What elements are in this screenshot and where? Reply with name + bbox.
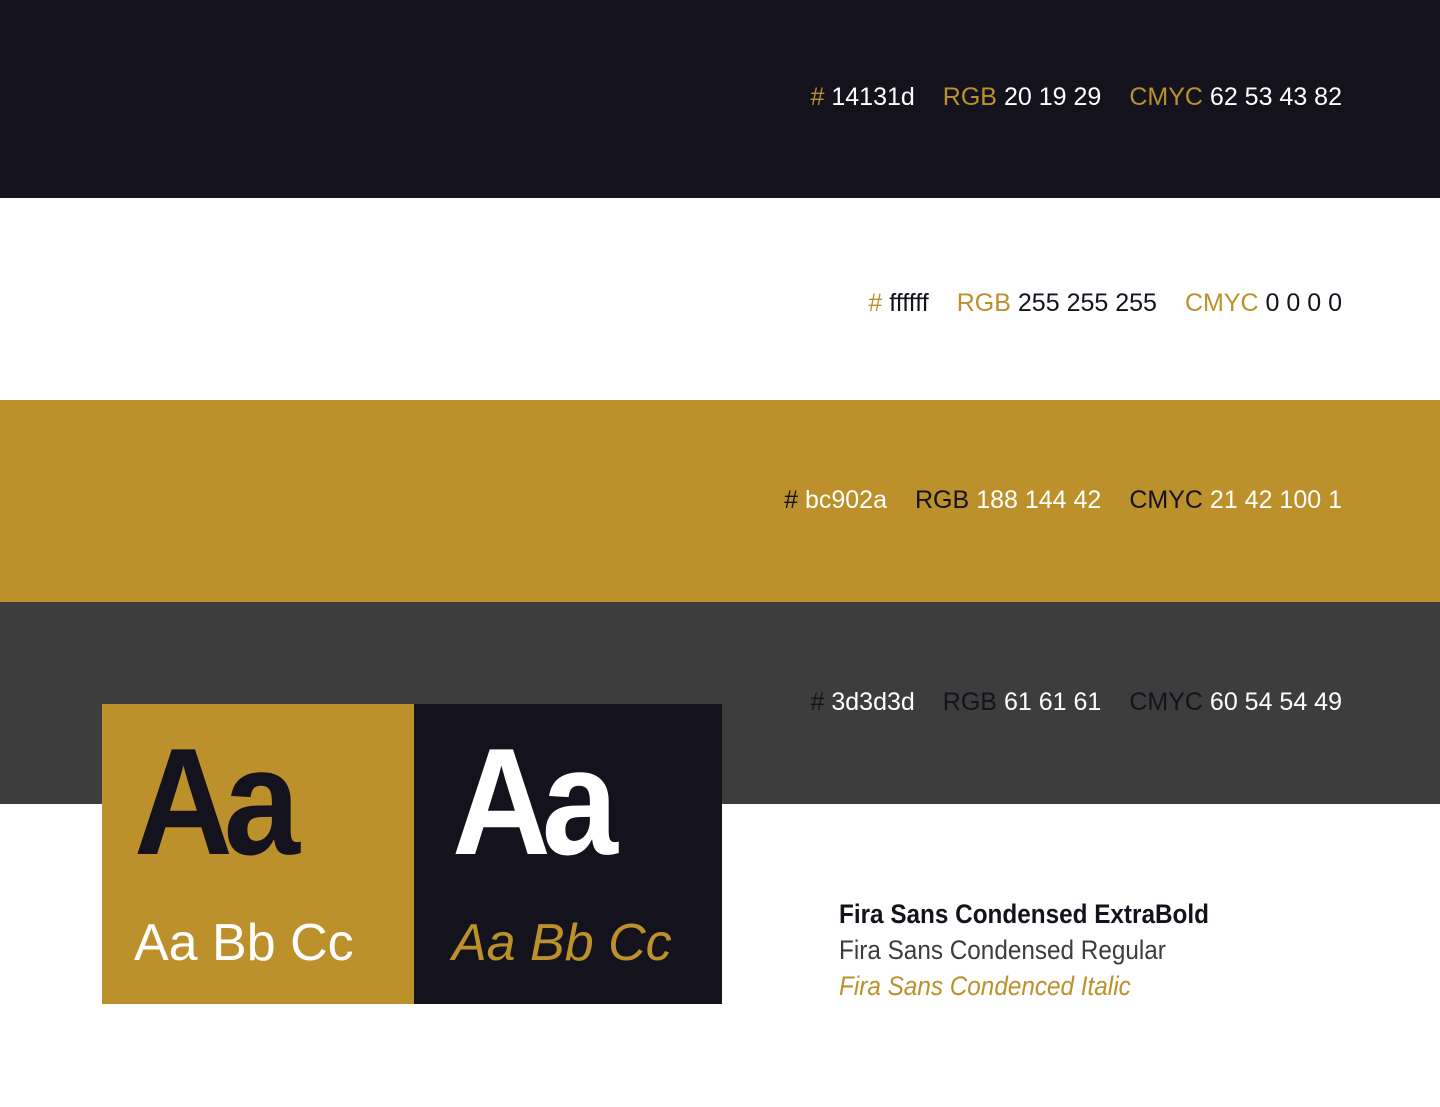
rgb-value: 255 255 255 — [1017, 289, 1157, 317]
rgb-value: 20 19 29 — [1003, 83, 1102, 111]
cmyk-label: CMYC — [1129, 688, 1203, 716]
big-specimen-glyphs: Aa — [452, 717, 618, 887]
swatch-values-dark: #14131d RGB 20 19 29 CMYC 62 53 43 82 — [810, 82, 1342, 112]
swatch-values-gold: # bc902a RGB 188 144 42 CMYC 21 42 100 1 — [784, 485, 1342, 515]
hex-value: 3d3d3d — [831, 688, 915, 716]
hex-label: # — [810, 688, 825, 716]
swatch-values-gray: #3d3d3d RGB 61 61 61 CMYC 60 54 54 49 — [810, 687, 1342, 717]
rgb-label: RGB — [956, 289, 1011, 317]
type-specimen-dark: Aa Aa Bb Cc — [414, 704, 722, 1004]
swatch-values-white: # ffffff RGB 255 255 255 CMYC 0 0 0 0 — [868, 288, 1342, 318]
cmyk-label: CMYC — [1184, 289, 1259, 317]
cmyk-value: 21 42 100 1 — [1209, 486, 1342, 514]
font-name-extrabold: Fira Sans Condensed ExtraBold — [839, 899, 1209, 929]
hex-value: 14131d — [831, 83, 915, 111]
rgb-label: RGB — [915, 486, 970, 514]
rgb-label: RGB — [942, 83, 997, 111]
hex-value: ffffff — [889, 289, 929, 317]
cmyk-value: 60 54 54 49 — [1209, 688, 1342, 716]
font-name-italic: Fira Sans Condenced Italic — [839, 971, 1131, 1001]
italic-sample-text: Aa Bb Cc — [452, 914, 672, 972]
font-name-regular: Fira Sans Condensed Regular — [839, 935, 1166, 965]
cmyk-label: CMYC — [1129, 486, 1203, 514]
hex-value: bc902a — [804, 486, 887, 514]
rgb-value: 188 144 42 — [976, 486, 1102, 514]
hex-label: # — [810, 83, 825, 111]
big-specimen-glyphs: Aa — [134, 717, 300, 887]
rgb-value: 61 61 61 — [1003, 688, 1102, 716]
cmyk-value: 62 53 43 82 — [1209, 83, 1342, 111]
font-family-list: Fira Sans Condensed ExtraBold Fira Sans … — [839, 896, 1250, 1004]
regular-sample-text: Aa Bb Cc — [134, 914, 354, 972]
rgb-label: RGB — [942, 688, 997, 716]
hex-label: # — [784, 486, 798, 514]
hex-label: # — [868, 289, 883, 317]
cmyk-value: 0 0 0 0 — [1265, 289, 1342, 317]
type-specimen-gold: Aa Aa Bb Cc — [102, 704, 414, 1004]
cmyk-label: CMYC — [1129, 83, 1203, 111]
